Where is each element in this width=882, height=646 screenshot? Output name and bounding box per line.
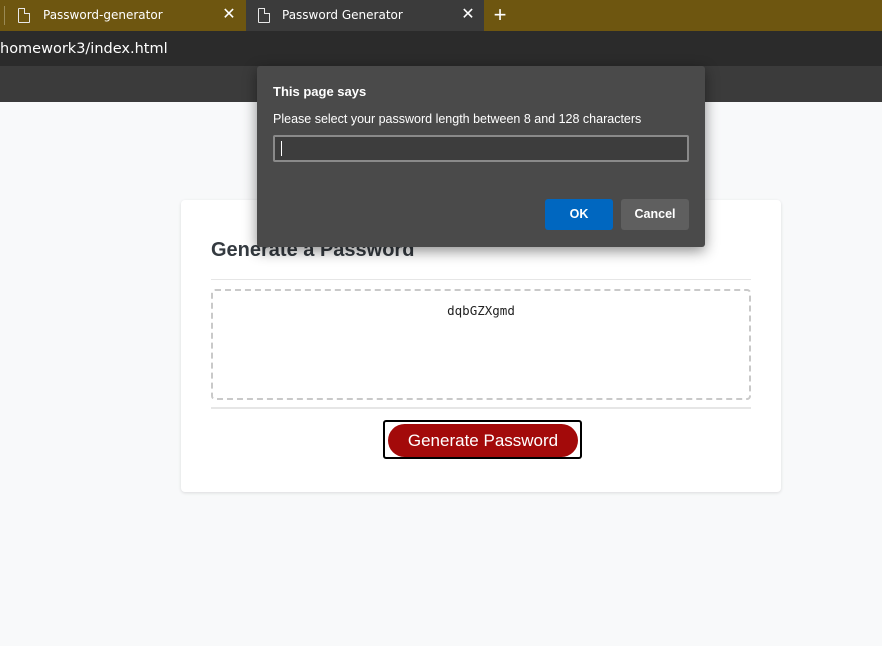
tab-divider [4,6,5,25]
document-icon [258,8,270,23]
tab-strip: Password-generator ✕ Password Generator … [0,0,882,31]
address-bar[interactable]: homework3/index.html [0,31,882,66]
tab-password-generator-active[interactable]: Password Generator ✕ [246,0,484,31]
new-tab-icon[interactable]: + [490,4,510,26]
url-text[interactable]: homework3/index.html [0,41,168,57]
password-text: dqbGZXgmd [447,303,515,318]
close-tab-icon[interactable]: ✕ [459,6,477,24]
password-output[interactable]: dqbGZXgmd [211,289,751,400]
cancel-button[interactable]: Cancel [621,199,689,230]
password-length-input[interactable] [273,135,689,162]
tab-title: Password Generator [282,8,403,22]
dialog-title: This page says [273,84,367,99]
tab-title: Password-generator [43,8,163,22]
divider [211,407,751,409]
prompt-dialog: This page says Please select your passwo… [257,66,705,247]
divider [211,279,751,280]
generate-password-button[interactable]: Generate Password [388,424,578,457]
tab-password-generator-inactive[interactable]: Password-generator ✕ [0,0,244,31]
generate-button-focus-ring: Generate Password [383,420,582,459]
dialog-message: Please select your password length betwe… [273,112,642,126]
text-caret [281,141,282,156]
document-icon [18,8,30,23]
close-tab-icon[interactable]: ✕ [220,6,238,24]
ok-button[interactable]: OK [545,199,613,230]
